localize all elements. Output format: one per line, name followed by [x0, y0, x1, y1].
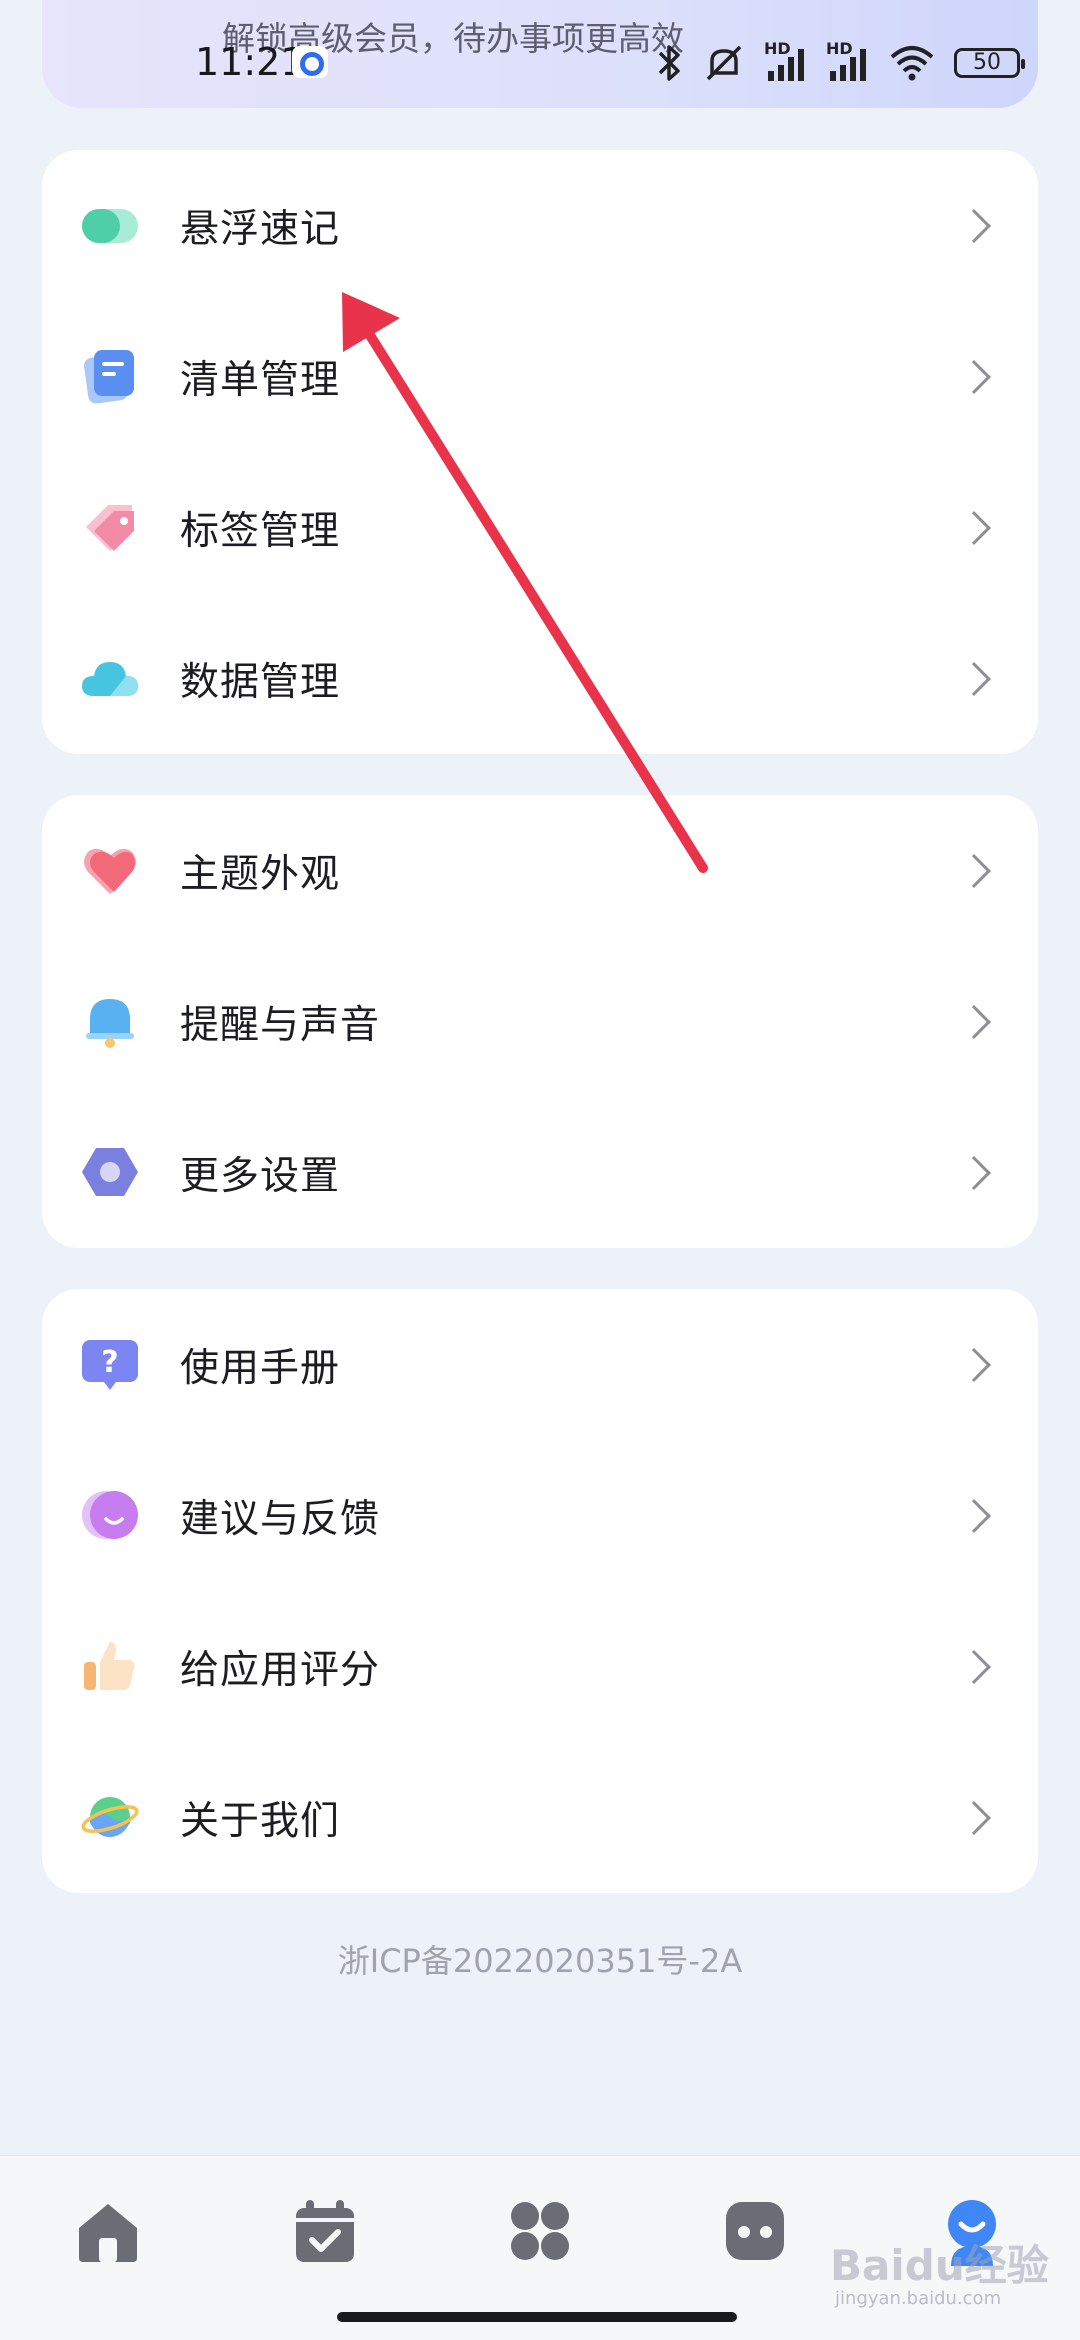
- tag-icon: [86, 505, 134, 551]
- menu-item-tag-management[interactable]: 标签管理: [42, 452, 1038, 603]
- chevron-right-icon: [957, 1498, 991, 1533]
- grid-icon[interactable]: [505, 2196, 575, 2266]
- menu-label: 悬浮速记: [180, 206, 341, 252]
- icp-license-text: 浙ICP备2022020351号-2A: [337, 1942, 743, 1980]
- menu-label: 主题外观: [180, 851, 341, 897]
- calendar-check-icon[interactable]: [290, 2196, 360, 2266]
- signal-1-icon: HD: [764, 39, 808, 83]
- settings-group-1: 悬浮速记 清单管理 标签管理 数据管理: [42, 150, 1038, 754]
- menu-item-user-manual[interactable]: ? 使用手册: [42, 1289, 1038, 1440]
- chevron-right-icon: [957, 1155, 991, 1190]
- chevron-right-icon: [957, 853, 991, 888]
- hexagon-gear-icon: [82, 1148, 138, 1196]
- menu-label: 给应用评分: [180, 1647, 381, 1693]
- heart-icon: [84, 848, 136, 894]
- app-notification-icon: [292, 46, 328, 78]
- svg-text:?: ?: [101, 1345, 118, 1380]
- chevron-right-icon: [957, 359, 991, 394]
- bell-icon: [86, 999, 134, 1048]
- settings-group-2: 主题外观 提醒与声音 更多设置: [42, 795, 1038, 1248]
- signal-2-icon: HD: [826, 39, 870, 83]
- menu-label: 清单管理: [180, 357, 341, 403]
- menu-label: 提醒与声音: [180, 1002, 381, 1048]
- settings-group-3: ? 使用手册 建议与反馈 给应用评分 关于我们: [42, 1289, 1038, 1893]
- chevron-right-icon: [957, 510, 991, 545]
- menu-item-floating-note[interactable]: 悬浮速记: [42, 150, 1038, 301]
- menu-item-reminder-sound[interactable]: 提醒与声音: [42, 946, 1038, 1097]
- baidu-watermark-url: jingyan.baidu.com: [835, 2288, 1002, 2309]
- list-icon: [84, 350, 134, 404]
- home-icon[interactable]: [73, 2196, 143, 2266]
- menu-item-data-management[interactable]: 数据管理: [42, 603, 1038, 754]
- menu-item-more-settings[interactable]: 更多设置: [42, 1097, 1038, 1248]
- cloud-icon: [82, 662, 138, 696]
- menu-item-theme[interactable]: 主题外观: [42, 795, 1038, 946]
- planet-icon: [81, 1797, 139, 1837]
- status-icons: HD HD 50: [656, 38, 1025, 88]
- chevron-right-icon: [957, 208, 991, 243]
- battery-icon: 50: [954, 48, 1025, 78]
- wifi-icon: [890, 46, 934, 81]
- status-time: 11:21: [195, 40, 305, 84]
- menu-label: 建议与反馈: [180, 1496, 381, 1542]
- menu-label: 标签管理: [180, 508, 341, 554]
- thumb-up-icon: [84, 1642, 135, 1690]
- chevron-right-icon: [957, 1004, 991, 1039]
- chevron-right-icon: [957, 1347, 991, 1382]
- menu-label: 数据管理: [180, 659, 341, 705]
- menu-item-about-us[interactable]: 关于我们: [42, 1742, 1038, 1893]
- floating-note-icon: [82, 209, 138, 243]
- menu-item-feedback[interactable]: 建议与反馈: [42, 1440, 1038, 1591]
- chevron-right-icon: [957, 1649, 991, 1684]
- home-indicator[interactable]: [337, 2312, 737, 2322]
- baidu-watermark: Baidu经验: [830, 2241, 1049, 2290]
- chevron-right-icon: [957, 1800, 991, 1835]
- help-icon: ?: [82, 1340, 138, 1390]
- mute-bell-icon: [706, 45, 742, 81]
- chat-bubble-icon: [82, 1491, 138, 1539]
- chevron-right-icon: [957, 661, 991, 696]
- menu-label: 关于我们: [180, 1798, 341, 1844]
- menu-item-rate-app[interactable]: 给应用评分: [42, 1591, 1038, 1742]
- menu-label: 更多设置: [180, 1153, 341, 1199]
- bluetooth-icon: [658, 45, 680, 81]
- menu-label: 使用手册: [180, 1345, 341, 1391]
- menu-item-list-management[interactable]: 清单管理: [42, 301, 1038, 452]
- robot-icon[interactable]: [720, 2196, 790, 2266]
